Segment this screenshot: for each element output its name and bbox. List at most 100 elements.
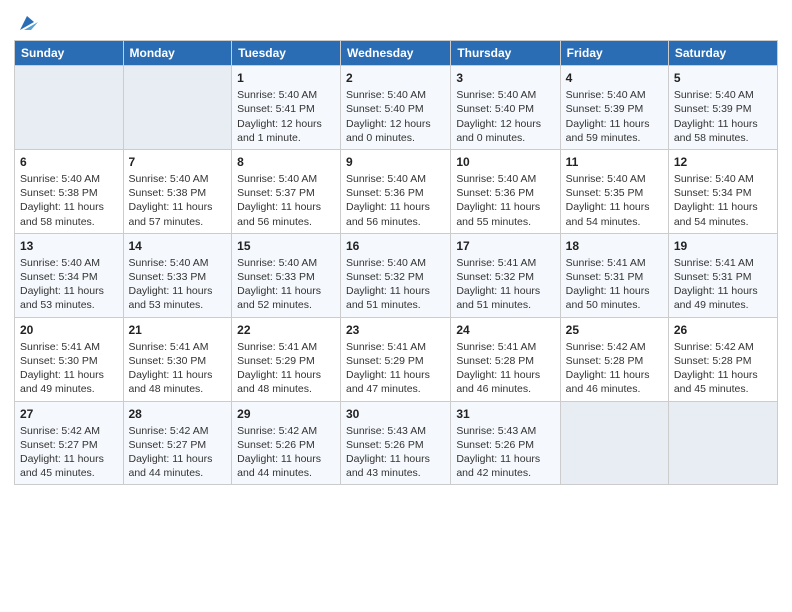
sunset-text: Sunset: 5:26 PM xyxy=(456,438,554,452)
calendar-cell: 29Sunrise: 5:42 AMSunset: 5:26 PMDayligh… xyxy=(232,401,341,485)
weekday-header-monday: Monday xyxy=(123,41,232,66)
daylight-text: Daylight: 11 hours and 53 minutes. xyxy=(20,284,118,312)
day-number: 23 xyxy=(346,322,445,338)
day-number: 24 xyxy=(456,322,554,338)
day-number: 3 xyxy=(456,70,554,86)
sunset-text: Sunset: 5:40 PM xyxy=(346,102,445,116)
day-number: 29 xyxy=(237,406,335,422)
weekday-header-row: SundayMondayTuesdayWednesdayThursdayFrid… xyxy=(15,41,778,66)
day-number: 14 xyxy=(129,238,227,254)
sunrise-text: Sunrise: 5:40 AM xyxy=(20,172,118,186)
weekday-header-sunday: Sunday xyxy=(15,41,124,66)
day-number: 31 xyxy=(456,406,554,422)
calendar-cell: 14Sunrise: 5:40 AMSunset: 5:33 PMDayligh… xyxy=(123,233,232,317)
daylight-text: Daylight: 11 hours and 53 minutes. xyxy=(129,284,227,312)
sunset-text: Sunset: 5:27 PM xyxy=(20,438,118,452)
calendar-cell: 20Sunrise: 5:41 AMSunset: 5:30 PMDayligh… xyxy=(15,317,124,401)
calendar-cell: 30Sunrise: 5:43 AMSunset: 5:26 PMDayligh… xyxy=(341,401,451,485)
day-number: 25 xyxy=(566,322,663,338)
calendar-cell: 21Sunrise: 5:41 AMSunset: 5:30 PMDayligh… xyxy=(123,317,232,401)
sunset-text: Sunset: 5:34 PM xyxy=(674,186,772,200)
sunrise-text: Sunrise: 5:42 AM xyxy=(129,424,227,438)
daylight-text: Daylight: 11 hours and 52 minutes. xyxy=(237,284,335,312)
day-number: 7 xyxy=(129,154,227,170)
sunset-text: Sunset: 5:30 PM xyxy=(129,354,227,368)
sunrise-text: Sunrise: 5:40 AM xyxy=(20,256,118,270)
calendar-week-1: 1Sunrise: 5:40 AMSunset: 5:41 PMDaylight… xyxy=(15,66,778,150)
day-number: 11 xyxy=(566,154,663,170)
weekday-header-friday: Friday xyxy=(560,41,668,66)
sunrise-text: Sunrise: 5:40 AM xyxy=(456,88,554,102)
weekday-header-saturday: Saturday xyxy=(668,41,777,66)
daylight-text: Daylight: 11 hours and 49 minutes. xyxy=(674,284,772,312)
sunrise-text: Sunrise: 5:42 AM xyxy=(237,424,335,438)
day-number: 5 xyxy=(674,70,772,86)
calendar-cell: 1Sunrise: 5:40 AMSunset: 5:41 PMDaylight… xyxy=(232,66,341,150)
calendar-cell: 19Sunrise: 5:41 AMSunset: 5:31 PMDayligh… xyxy=(668,233,777,317)
calendar-cell: 28Sunrise: 5:42 AMSunset: 5:27 PMDayligh… xyxy=(123,401,232,485)
day-number: 17 xyxy=(456,238,554,254)
sunrise-text: Sunrise: 5:40 AM xyxy=(129,172,227,186)
daylight-text: Daylight: 12 hours and 0 minutes. xyxy=(456,117,554,145)
sunset-text: Sunset: 5:33 PM xyxy=(237,270,335,284)
sunset-text: Sunset: 5:30 PM xyxy=(20,354,118,368)
sunrise-text: Sunrise: 5:43 AM xyxy=(346,424,445,438)
day-number: 13 xyxy=(20,238,118,254)
daylight-text: Daylight: 11 hours and 48 minutes. xyxy=(129,368,227,396)
sunrise-text: Sunrise: 5:40 AM xyxy=(346,172,445,186)
sunrise-text: Sunrise: 5:41 AM xyxy=(237,340,335,354)
calendar-cell: 23Sunrise: 5:41 AMSunset: 5:29 PMDayligh… xyxy=(341,317,451,401)
day-number: 8 xyxy=(237,154,335,170)
calendar-cell: 26Sunrise: 5:42 AMSunset: 5:28 PMDayligh… xyxy=(668,317,777,401)
daylight-text: Daylight: 11 hours and 42 minutes. xyxy=(456,452,554,480)
sunset-text: Sunset: 5:26 PM xyxy=(237,438,335,452)
daylight-text: Daylight: 11 hours and 46 minutes. xyxy=(456,368,554,396)
logo xyxy=(14,14,38,34)
day-number: 21 xyxy=(129,322,227,338)
calendar-cell: 11Sunrise: 5:40 AMSunset: 5:35 PMDayligh… xyxy=(560,149,668,233)
calendar-cell: 2Sunrise: 5:40 AMSunset: 5:40 PMDaylight… xyxy=(341,66,451,150)
calendar-week-2: 6Sunrise: 5:40 AMSunset: 5:38 PMDaylight… xyxy=(15,149,778,233)
day-number: 30 xyxy=(346,406,445,422)
sunrise-text: Sunrise: 5:41 AM xyxy=(346,340,445,354)
daylight-text: Daylight: 11 hours and 54 minutes. xyxy=(566,200,663,228)
sunrise-text: Sunrise: 5:40 AM xyxy=(674,172,772,186)
calendar-cell: 25Sunrise: 5:42 AMSunset: 5:28 PMDayligh… xyxy=(560,317,668,401)
calendar-cell: 31 Sunrise: 5:43 AMSunset: 5:26 PMDayligh… xyxy=(451,401,560,485)
sunset-text: Sunset: 5:31 PM xyxy=(566,270,663,284)
sunrise-text: Sunrise: 5:43 AM xyxy=(456,424,554,438)
daylight-text: Daylight: 11 hours and 58 minutes. xyxy=(20,200,118,228)
daylight-text: Daylight: 11 hours and 46 minutes. xyxy=(566,368,663,396)
day-number: 27 xyxy=(20,406,118,422)
calendar-cell: 7 Sunrise: 5:40 AMSunset: 5:38 PMDaylight… xyxy=(123,149,232,233)
sunset-text: Sunset: 5:35 PM xyxy=(566,186,663,200)
daylight-text: Daylight: 12 hours and 1 minute. xyxy=(237,117,335,145)
sunset-text: Sunset: 5:34 PM xyxy=(20,270,118,284)
daylight-text: Daylight: 11 hours and 57 minutes. xyxy=(129,200,227,228)
sunset-text: Sunset: 5:33 PM xyxy=(129,270,227,284)
sunset-text: Sunset: 5:38 PM xyxy=(129,186,227,200)
sunset-text: Sunset: 5:32 PM xyxy=(456,270,554,284)
sunrise-text: Sunrise: 5:41 AM xyxy=(674,256,772,270)
calendar-cell xyxy=(15,66,124,150)
sunrise-text: Sunrise: 5:40 AM xyxy=(674,88,772,102)
sunrise-text: Sunrise: 5:41 AM xyxy=(20,340,118,354)
sunset-text: Sunset: 5:26 PM xyxy=(346,438,445,452)
sunrise-text: Sunrise: 5:40 AM xyxy=(566,88,663,102)
header xyxy=(14,10,778,34)
day-number: 22 xyxy=(237,322,335,338)
sunrise-text: Sunrise: 5:42 AM xyxy=(20,424,118,438)
daylight-text: Daylight: 12 hours and 0 minutes. xyxy=(346,117,445,145)
sunset-text: Sunset: 5:28 PM xyxy=(566,354,663,368)
calendar-cell: 3Sunrise: 5:40 AMSunset: 5:40 PMDaylight… xyxy=(451,66,560,150)
daylight-text: Daylight: 11 hours and 44 minutes. xyxy=(129,452,227,480)
sunrise-text: Sunrise: 5:41 AM xyxy=(456,256,554,270)
daylight-text: Daylight: 11 hours and 54 minutes. xyxy=(674,200,772,228)
calendar-cell: 4Sunrise: 5:40 AMSunset: 5:39 PMDaylight… xyxy=(560,66,668,150)
daylight-text: Daylight: 11 hours and 56 minutes. xyxy=(237,200,335,228)
calendar-cell: 15Sunrise: 5:40 AMSunset: 5:33 PMDayligh… xyxy=(232,233,341,317)
sunrise-text: Sunrise: 5:40 AM xyxy=(237,172,335,186)
calendar-cell: 13 Sunrise: 5:40 AMSunset: 5:34 PMDayligh… xyxy=(15,233,124,317)
day-number: 20 xyxy=(20,322,118,338)
daylight-text: Daylight: 11 hours and 45 minutes. xyxy=(674,368,772,396)
